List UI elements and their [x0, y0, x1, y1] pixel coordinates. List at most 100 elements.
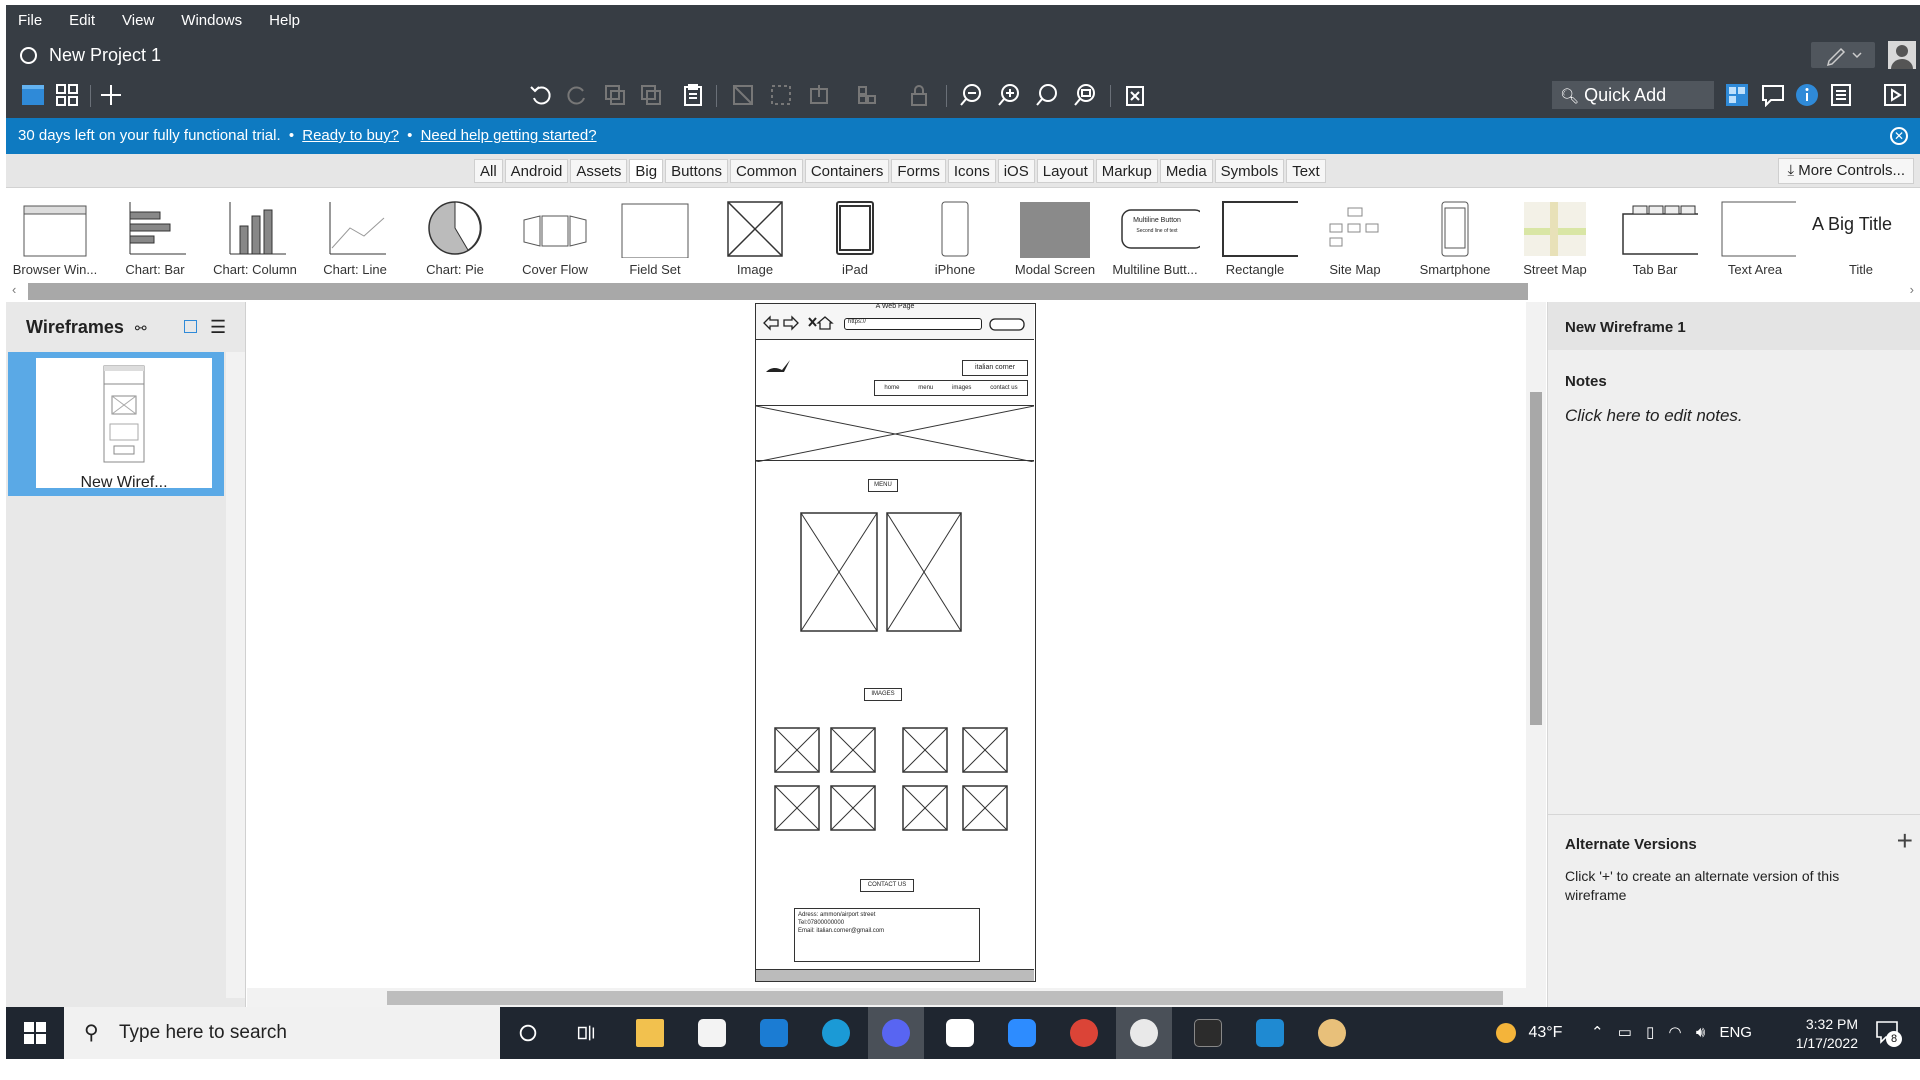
mail-icon[interactable] [750, 1013, 798, 1053]
clipboard-icon[interactable] [680, 82, 706, 108]
component-ipad[interactable]: iPad [806, 188, 904, 280]
category-icons[interactable]: Icons [947, 159, 996, 183]
discord-icon[interactable] [868, 1007, 924, 1059]
component-modal-screen[interactable]: Modal Screen [1006, 188, 1104, 280]
category-containers[interactable]: Containers [804, 159, 890, 183]
category-text[interactable]: Text [1286, 159, 1326, 183]
component-chart-bar[interactable]: Chart: Bar [106, 188, 204, 280]
delete-icon[interactable] [1122, 82, 1148, 108]
menu-help[interactable]: Help [269, 8, 300, 33]
category-media[interactable]: Media [1159, 159, 1213, 183]
canvas-horizontal-scrollbar[interactable] [247, 988, 1546, 1007]
info-icon[interactable] [1794, 82, 1820, 108]
edge-icon[interactable] [812, 1013, 860, 1053]
edit-mode-dropdown[interactable] [1811, 42, 1875, 68]
copy-icon[interactable] [602, 82, 628, 108]
category-buttons[interactable]: Buttons [665, 159, 728, 183]
weather-widget[interactable]: 43°F [1496, 1007, 1562, 1059]
component-chart-line[interactable]: Chart: Line [306, 188, 404, 280]
avatar[interactable] [1888, 41, 1916, 69]
category-layout[interactable]: Layout [1036, 159, 1094, 183]
zoom-out-icon[interactable] [958, 82, 984, 108]
more-controls-button[interactable]: ⤓ More Controls... [1778, 158, 1914, 184]
menu-windows[interactable]: Windows [181, 8, 242, 33]
wireframe-mockup[interactable]: A Web Page https:// italian corner home … [755, 303, 1036, 982]
ui-library-icon[interactable] [1724, 82, 1750, 108]
component-iphone[interactable]: iPhone [906, 188, 1004, 280]
menu-edit[interactable]: Edit [69, 8, 95, 33]
lock-icon[interactable] [906, 82, 932, 108]
duplicate-icon[interactable] [638, 82, 664, 108]
volume-icon[interactable]: 🔊︎ [1696, 1024, 1705, 1041]
link-icon[interactable]: ⚯ [135, 320, 147, 336]
zoom-fit-icon[interactable] [1072, 82, 1098, 108]
category-symbols[interactable]: Symbols [1214, 159, 1285, 183]
taskbar-search[interactable]: ⚲ Type here to search [64, 1007, 500, 1059]
task-view-icon[interactable] [562, 1013, 610, 1053]
undo-icon[interactable] [528, 82, 554, 108]
redo-icon[interactable] [564, 82, 590, 108]
clock[interactable]: 3:32 PM 1/17/2022 [1774, 1015, 1858, 1053]
microsoft-store-icon[interactable] [688, 1013, 736, 1053]
category-big[interactable]: Big [629, 159, 664, 183]
component-title[interactable]: A Big Title Title [1806, 188, 1916, 280]
device-icon[interactable]: ▯ [1646, 1024, 1654, 1041]
battery-icon[interactable]: ▭ [1618, 1024, 1632, 1041]
comments-icon[interactable] [1760, 82, 1786, 108]
menu-view[interactable]: View [122, 8, 154, 33]
scroll-left-icon[interactable]: ‹ [12, 282, 16, 297]
vscode-icon[interactable] [1246, 1013, 1294, 1053]
wifi-icon[interactable]: ◠ [1669, 1024, 1682, 1041]
component-field-set[interactable]: Field Set [606, 188, 704, 280]
align-icon[interactable] [806, 82, 832, 108]
canvas-vertical-scrollbar[interactable] [1526, 302, 1546, 988]
chrome-icon[interactable] [1060, 1013, 1108, 1053]
start-button[interactable] [6, 1007, 64, 1059]
vertical-scroll-thumb[interactable] [1530, 392, 1542, 725]
slack-icon[interactable] [936, 1013, 984, 1053]
wireframe-name-header[interactable]: New Wireframe 1 [1548, 302, 1920, 350]
thumbnail-view-icon[interactable] [184, 320, 197, 333]
category-assets[interactable]: Assets [570, 159, 628, 183]
zoom-icon[interactable] [998, 1013, 1046, 1053]
library-scrollbar[interactable]: ‹ › [6, 281, 1920, 302]
grid-view-icon[interactable] [54, 82, 80, 108]
scroll-right-icon[interactable]: › [1910, 282, 1914, 297]
terminal-icon[interactable] [1184, 1013, 1232, 1053]
properties-icon[interactable] [1828, 82, 1854, 108]
category-markup[interactable]: Markup [1095, 159, 1158, 183]
horizontal-scroll-thumb[interactable] [387, 991, 1503, 1005]
group-icon[interactable] [730, 82, 756, 108]
component-cover-flow[interactable]: Cover Flow [506, 188, 604, 280]
quick-add-input[interactable]: 🔍︎ Quick Add [1552, 81, 1714, 109]
component-multiline-button[interactable]: Multiline Button Second line of text Mul… [1106, 188, 1204, 280]
add-alternate-version-button[interactable]: + [1897, 825, 1913, 857]
component-smartphone[interactable]: Smartphone [1406, 188, 1504, 280]
notifications-icon[interactable]: 8 [1874, 1019, 1902, 1047]
category-forms[interactable]: Forms [891, 159, 946, 183]
component-chart-column[interactable]: Chart: Column [206, 188, 304, 280]
category-common[interactable]: Common [729, 159, 803, 183]
ungroup-icon[interactable] [768, 82, 794, 108]
wireframe-list-item[interactable]: New Wiref... [8, 352, 224, 496]
close-icon[interactable]: ✕ [1890, 127, 1908, 145]
single-view-icon[interactable] [20, 82, 46, 108]
help-getting-started-link[interactable]: Need help getting started? [421, 127, 597, 144]
menu-file[interactable]: File [18, 8, 42, 33]
list-view-icon[interactable]: ☰ [210, 302, 226, 352]
zoom-in-icon[interactable] [996, 82, 1022, 108]
arrange-icon[interactable] [854, 82, 880, 108]
component-street-map[interactable]: Street Map [1506, 188, 1604, 280]
component-chart-pie[interactable]: Chart: Pie [406, 188, 504, 280]
category-ios[interactable]: iOS [997, 159, 1035, 183]
library-scroll-thumb[interactable] [28, 283, 1528, 300]
language-indicator[interactable]: ENG [1719, 1024, 1752, 1041]
chevron-up-icon[interactable]: ⌃ [1591, 1024, 1604, 1041]
component-text-area[interactable]: Text Area [1706, 188, 1804, 280]
category-android[interactable]: Android [504, 159, 569, 183]
actual-size-icon[interactable] [1034, 82, 1060, 108]
balsamiq-icon[interactable] [1116, 1007, 1172, 1059]
category-all[interactable]: All [474, 159, 503, 183]
ready-to-buy-link[interactable]: Ready to buy? [302, 127, 399, 144]
component-image[interactable]: Image [706, 188, 804, 280]
